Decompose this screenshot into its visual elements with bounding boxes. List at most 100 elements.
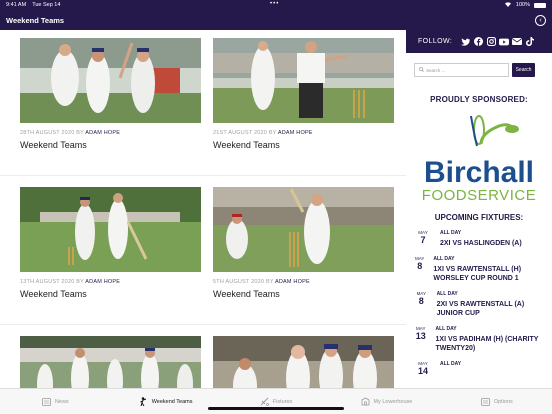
divider	[0, 175, 406, 176]
article-photo[interactable]	[213, 187, 394, 272]
fixtures-icon	[260, 397, 269, 406]
facebook-icon[interactable]	[473, 37, 483, 47]
status-date: Tue Sep 14	[32, 2, 61, 8]
fixture-info: ALL DAY 2XI VS HASLINGDEN (A)	[440, 230, 522, 248]
fixture-day: 8	[417, 261, 423, 271]
fixture-item[interactable]: MAY 8 ALL DAY 2XI VS RAWTENSTALL (A) JUN…	[406, 291, 552, 318]
article-by: BY	[76, 130, 84, 136]
article-photo[interactable]	[213, 336, 394, 388]
sponsor-logo[interactable]: Birchall FOODSERVICE	[419, 108, 539, 208]
tab-label: Options	[493, 398, 513, 405]
fixture-name[interactable]: 1XI VS RAWTENSTALL (H) WORSLEY CUP ROUND…	[433, 265, 544, 283]
fixture-day: 7	[420, 235, 426, 245]
wifi-icon	[504, 1, 512, 9]
article-card[interactable]: 13TH AUGUST 2020 BY ADAM HOPE Weekend Te…	[20, 187, 201, 299]
fixture-item[interactable]: MAY 8 ALL DAY 1XI VS RAWTENSTALL (H) WOR…	[406, 256, 552, 283]
tab-label: Fixtures	[272, 398, 293, 405]
fixture-time: ALL DAY	[436, 291, 458, 297]
article-title[interactable]: Weekend Teams	[213, 140, 394, 150]
article-author-link[interactable]: ADAM HOPE	[85, 279, 120, 285]
tab-fixtures[interactable]: Fixtures	[221, 389, 331, 414]
fixture-name[interactable]: 2XI VS RAWTENSTALL (A) JUNIOR CUP	[437, 300, 544, 318]
battery-icon	[534, 2, 546, 8]
email-icon[interactable]	[512, 37, 523, 47]
article-photo[interactable]	[20, 187, 201, 272]
instagram-icon[interactable]	[486, 37, 496, 47]
search-row: Search ... Search	[406, 63, 552, 77]
article-card[interactable]: 28TH AUGUST 2020 BY ADAM HOPE Weekend Te…	[20, 38, 201, 150]
article-meta: 13TH AUGUST 2020 BY ADAM HOPE	[20, 279, 201, 285]
news-icon	[41, 397, 51, 406]
home-indicator[interactable]	[208, 407, 344, 410]
fixture-info: ALL DAY 1XI VS RAWTENSTALL (H) WORSLEY C…	[433, 256, 544, 283]
tab-my-lowerhouse[interactable]: My Lowerhouse	[331, 389, 441, 414]
back-icon[interactable]: ‹	[535, 14, 546, 26]
article-date: 5TH AUGUST 2020	[213, 279, 265, 285]
tab-news[interactable]: News	[0, 389, 110, 414]
search-placeholder: Search ...	[426, 67, 446, 73]
fixture-name[interactable]: 2XI VS HASLINGDEN (A)	[440, 239, 522, 248]
article-card[interactable]	[213, 336, 394, 388]
fixture-day: 14	[417, 366, 428, 376]
status-bar: 9:41 AM Tue Sep 14 ••• 100%	[0, 0, 552, 10]
nav-bar: Weekend Teams ‹	[0, 10, 552, 30]
fixture-name[interactable]: 1XI VS PADIHAM (H) (CHARITY TWENTY20)	[436, 335, 544, 353]
fixture-time: ALL DAY	[433, 256, 455, 262]
article-meta: 21ST AUGUST 2020 BY ADAM HOPE	[213, 130, 394, 136]
article-title[interactable]: Weekend Teams	[20, 140, 201, 150]
article-title[interactable]: Weekend Teams	[213, 289, 394, 299]
article-by: BY	[268, 130, 277, 136]
fixture-item[interactable]: MAY 14 ALL DAY	[406, 361, 552, 376]
twitter-icon[interactable]	[460, 37, 470, 47]
tab-label: News	[54, 398, 69, 405]
article-author-link[interactable]: ADAM HOPE	[278, 130, 313, 136]
youtube-icon[interactable]	[499, 37, 510, 47]
tab-bar: News Weekend Teams Fixtures My Lowerhous…	[0, 388, 552, 414]
fixture-date: MAY 8	[414, 291, 429, 318]
article-date: 28TH AUGUST 2020	[20, 130, 75, 136]
sidebar: FOLLOW: Search ... Search PROUDLY SPONSO…	[406, 30, 552, 388]
fixture-time: ALL DAY	[440, 230, 462, 236]
battery-percent: 100%	[515, 2, 530, 8]
follow-label: FOLLOW:	[418, 38, 453, 45]
fixture-date: MAY 7	[414, 230, 432, 248]
article-author-link[interactable]: ADAM HOPE	[85, 130, 120, 136]
stadium-icon	[361, 397, 370, 406]
tiktok-icon[interactable]	[525, 37, 535, 47]
search-button[interactable]: Search	[512, 63, 535, 77]
fixture-date: MAY 13	[414, 326, 428, 353]
fixture-item[interactable]: MAY 13 ALL DAY 1XI VS PADIHAM (H) (CHARI…	[406, 326, 552, 353]
fixture-day: 13	[415, 331, 426, 341]
article-photo[interactable]	[20, 336, 201, 388]
article-meta: 5TH AUGUST 2020 BY ADAM HOPE	[213, 279, 394, 285]
multitasking-dots-icon[interactable]: •••	[270, 1, 279, 7]
article-card[interactable]: 21ST AUGUST 2020 BY ADAM HOPE Weekend Te…	[213, 38, 394, 150]
follow-bar: FOLLOW:	[406, 30, 552, 53]
tab-label: Weekend Teams	[151, 398, 193, 405]
fixture-item[interactable]: MAY 7 ALL DAY 2XI VS HASLINGDEN (A)	[406, 230, 552, 248]
options-icon	[480, 397, 490, 406]
article-card[interactable]	[20, 336, 201, 388]
search-input[interactable]: Search ...	[414, 63, 509, 77]
fixture-time: ALL DAY	[435, 326, 457, 332]
fixture-info: ALL DAY	[440, 361, 461, 376]
article-by: BY	[265, 279, 274, 285]
fixtures-heading: UPCOMING FIXTURES:	[434, 213, 524, 222]
page-title: Weekend Teams	[6, 15, 65, 25]
article-photo[interactable]	[20, 38, 201, 123]
article-photo[interactable]	[213, 38, 394, 123]
fixture-time: ALL DAY	[440, 361, 462, 367]
tab-options[interactable]: Options	[442, 389, 552, 414]
article-title[interactable]: Weekend Teams	[20, 289, 201, 299]
article-list[interactable]: 28TH AUGUST 2020 BY ADAM HOPE Weekend Te…	[0, 30, 406, 388]
tab-weekend-teams[interactable]: Weekend Teams	[110, 389, 220, 414]
social-links	[460, 37, 535, 47]
sponsor-heading: PROUDLY SPONSORED:	[430, 95, 528, 104]
article-date: 13TH AUGUST 2020	[20, 279, 75, 285]
fixture-day: 8	[418, 296, 424, 306]
fixture-info: ALL DAY 2XI VS RAWTENSTALL (A) JUNIOR CU…	[437, 291, 544, 318]
article-card[interactable]: 5TH AUGUST 2020 BY ADAM HOPE Weekend Tea…	[213, 187, 394, 299]
article-by: BY	[76, 279, 84, 285]
fixture-date: MAY 8	[414, 256, 425, 283]
article-author-link[interactable]: ADAM HOPE	[275, 279, 310, 285]
